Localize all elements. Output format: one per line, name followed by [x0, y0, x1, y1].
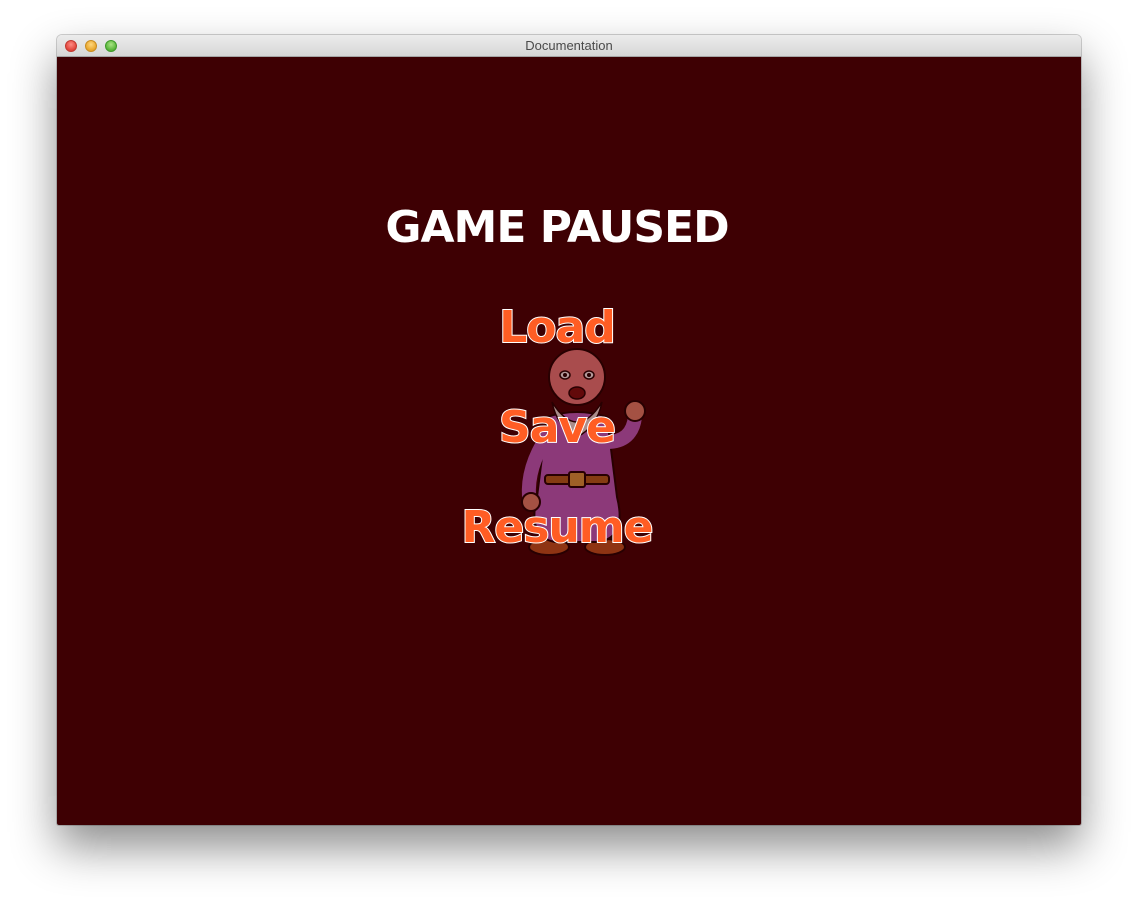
app-window: Documentation GAME PAUSED Load Save Resu…: [57, 35, 1081, 825]
resume-button[interactable]: Resume: [57, 501, 1057, 554]
pause-heading: GAME PAUSED: [385, 202, 729, 253]
game-canvas: GAME PAUSED Load Save Resume: [57, 57, 1081, 825]
load-button[interactable]: Load: [57, 301, 1057, 354]
title-bar[interactable]: Documentation: [57, 35, 1081, 57]
window-title: Documentation: [525, 38, 613, 53]
save-button[interactable]: Save: [57, 401, 1057, 454]
